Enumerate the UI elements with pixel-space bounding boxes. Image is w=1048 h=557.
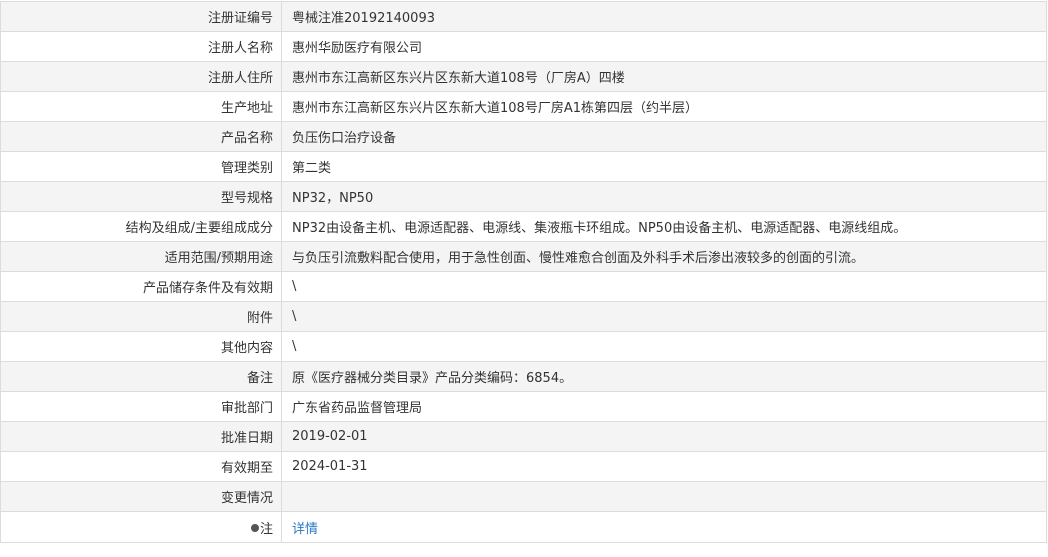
registration-detail-table: 注册证编号 粤械注准20192140093 注册人名称 惠州华励医疗有限公司 注… [0,1,1047,543]
field-value: 原《医疗器械分类目录》产品分类编码：6854。 [281,361,1047,392]
field-label: 注册人名称 [0,31,282,62]
field-value: 第二类 [281,151,1047,182]
details-link[interactable]: 详情 [292,522,318,537]
field-value: 详情 [281,511,1047,543]
field-label: 结构及组成/主要组成成分 [0,211,282,242]
field-label: 审批部门 [0,391,282,422]
table-row-structure-composition: 结构及组成/主要组成成分 NP32由设备主机、电源适配器、电源线、集液瓶卡环组成… [0,211,1047,242]
field-label: 备注 [0,361,282,392]
table-row-product-name: 产品名称 负压伤口治疗设备 [0,121,1047,152]
table-row-management-class: 管理类别 第二类 [0,151,1047,182]
table-row-remarks: 备注 原《医疗器械分类目录》产品分类编码：6854。 [0,361,1047,392]
field-label: 生产地址 [0,91,282,122]
field-label: 产品储存条件及有效期 [0,271,282,302]
note-label: 注 [259,521,273,537]
table-row-approval-department: 审批部门 广东省药品监督管理局 [0,391,1047,422]
field-value: NP32，NP50 [281,181,1047,212]
field-value: 惠州市东江高新区东兴片区东新大道108号厂房A1栋第四层（约半层） [281,91,1047,122]
field-value: NP32由设备主机、电源适配器、电源线、集液瓶卡环组成。NP50由设备主机、电源… [281,211,1047,242]
field-value: 与负压引流敷料配合使用，用于急性创面、慢性难愈合创面及外科手术后渗出液较多的创面… [281,241,1047,272]
table-row-intended-use: 适用范围/预期用途 与负压引流敷料配合使用，用于急性创面、慢性难愈合创面及外科手… [0,241,1047,272]
field-label: 附件 [0,301,282,332]
field-value: 惠州市东江高新区东兴片区东新大道108号（厂房A）四楼 [281,61,1047,92]
field-value: 2024-01-31 [281,451,1047,482]
field-value: 2019-02-01 [281,421,1047,452]
table-row-valid-until: 有效期至 2024-01-31 [0,451,1047,482]
field-label: 适用范围/预期用途 [0,241,282,272]
field-value: \ [281,301,1047,332]
table-row-note: 注 详情 [0,511,1047,543]
field-label: 注册人住所 [0,61,282,92]
table-row-production-address: 生产地址 惠州市东江高新区东兴片区东新大道108号厂房A1栋第四层（约半层） [0,91,1047,122]
table-row-registration-number: 注册证编号 粤械注准20192140093 [0,1,1047,32]
field-value: 负压伤口治疗设备 [281,121,1047,152]
table-row-other-content: 其他内容 \ [0,331,1047,362]
field-label: 管理类别 [0,151,282,182]
field-label: 其他内容 [0,331,282,362]
field-label: 产品名称 [0,121,282,152]
field-value: \ [281,271,1047,302]
field-label: 型号规格 [0,181,282,212]
table-row-accessories: 附件 \ [0,301,1047,332]
table-row-registrant-name: 注册人名称 惠州华励医疗有限公司 [0,31,1047,62]
field-value: 广东省药品监督管理局 [281,391,1047,422]
field-label: 注册证编号 [0,1,282,32]
table-row-registrant-address: 注册人住所 惠州市东江高新区东兴片区东新大道108号（厂房A）四楼 [0,61,1047,92]
field-label: 变更情况 [0,481,282,512]
field-value: 惠州华励医疗有限公司 [281,31,1047,62]
table-row-approval-date: 批准日期 2019-02-01 [0,421,1047,452]
field-label: 批准日期 [0,421,282,452]
field-value: 粤械注准20192140093 [281,1,1047,32]
table-row-change-history: 变更情况 [0,481,1047,512]
field-value: \ [281,331,1047,362]
table-row-storage-conditions: 产品储存条件及有效期 \ [0,271,1047,302]
field-label: 有效期至 [0,451,282,482]
field-value [281,481,1047,512]
field-label: 注 [0,511,282,543]
table-row-model-spec: 型号规格 NP32，NP50 [0,181,1047,212]
bullet-icon [250,524,259,532]
